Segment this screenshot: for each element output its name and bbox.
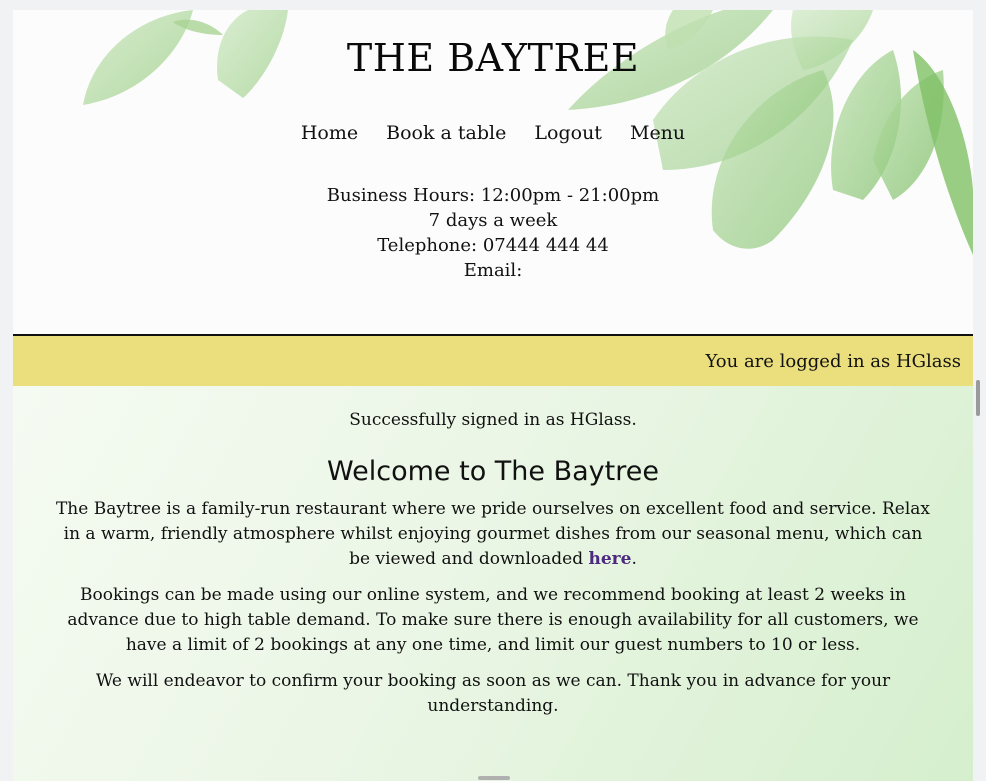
nav-book-table-link[interactable]: Book a table (386, 122, 506, 144)
login-status-bar: You are logged in as HGlass (13, 336, 973, 386)
intro-paragraph: The Baytree is a family-run restaurant w… (53, 497, 933, 572)
nav-menu-link[interactable]: Menu (630, 122, 685, 144)
business-days: 7 days a week (428, 210, 558, 231)
horizontal-scrollbar-thumb[interactable] (478, 776, 510, 780)
browser-viewport: THE BAYTREE Home Book a table Logout Men… (13, 10, 973, 781)
brand-title: THE BAYTREE (346, 36, 640, 80)
menu-download-link[interactable]: here (589, 549, 632, 569)
closing-paragraph: We will endeavor to confirm your booking… (95, 671, 891, 716)
vertical-scrollbar[interactable] (973, 10, 986, 781)
intro-period: . (631, 549, 637, 569)
business-telephone: Telephone: 07444 444 44 (377, 235, 609, 256)
main-content: Successfully signed in as HGlass. Welcom… (13, 386, 973, 781)
intro-text: The Baytree is a family-run restaurant w… (55, 499, 931, 569)
business-email: Email: (463, 260, 523, 281)
site-header: THE BAYTREE Home Book a table Logout Men… (13, 10, 973, 336)
nav-logout-link[interactable]: Logout (534, 122, 602, 144)
login-status-text: You are logged in as HGlass (705, 350, 961, 372)
flash-message: Successfully signed in as HGlass. (349, 410, 637, 430)
business-info: Business Hours: 12:00pm - 21:00pm 7 days… (13, 183, 973, 283)
nav-home-link[interactable]: Home (301, 122, 358, 144)
main-nav: Home Book a table Logout Menu (13, 122, 973, 144)
business-hours: Business Hours: 12:00pm - 21:00pm (326, 185, 660, 206)
welcome-heading: Welcome to The Baytree (327, 456, 659, 487)
scrollbar-thumb[interactable] (976, 380, 980, 416)
bookings-paragraph: Bookings can be made using our online sy… (67, 585, 919, 655)
